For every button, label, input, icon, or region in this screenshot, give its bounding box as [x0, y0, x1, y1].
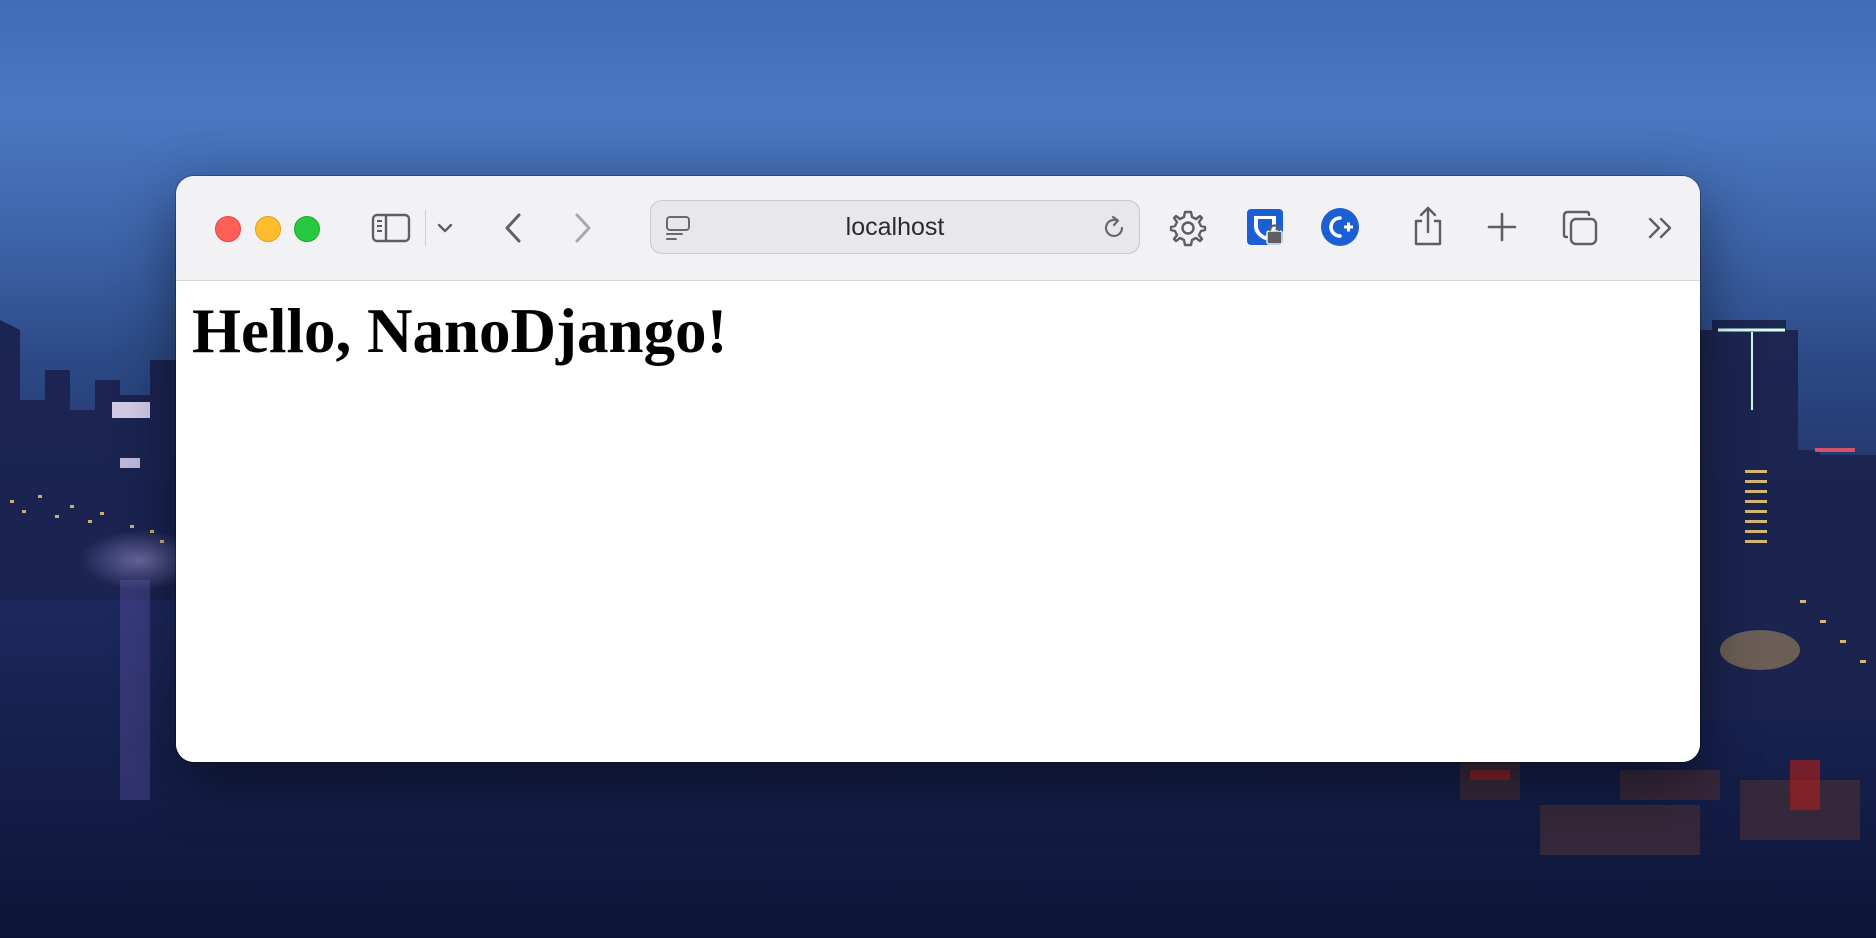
- back-icon[interactable]: [498, 210, 528, 246]
- page-heading: Hello, NanoDjango!: [192, 296, 728, 366]
- minimize-button[interactable]: [255, 216, 281, 242]
- new-tab-icon[interactable]: [1485, 210, 1519, 244]
- browser-toolbar: localhost: [176, 176, 1700, 281]
- browser-window: localhost Hello, NanoDjango!: [176, 176, 1700, 762]
- tab-overview-icon[interactable]: [1560, 208, 1600, 248]
- chevron-down-icon[interactable]: [435, 218, 455, 238]
- sidebar-icon[interactable]: [369, 212, 413, 244]
- web-page-content: Hello, NanoDjango!: [176, 281, 1700, 762]
- toolbar-divider: [425, 210, 426, 246]
- more-toolbar-items-icon[interactable]: [1645, 214, 1677, 242]
- close-button[interactable]: [215, 216, 241, 242]
- c-plus-extension-icon[interactable]: [1319, 206, 1361, 248]
- reload-icon[interactable]: [1099, 213, 1129, 243]
- maximize-button[interactable]: [294, 216, 320, 242]
- password-manager-extension-icon[interactable]: [1244, 206, 1286, 248]
- gear-icon[interactable]: [1168, 208, 1208, 248]
- address-bar[interactable]: localhost: [650, 200, 1140, 254]
- forward-icon[interactable]: [568, 210, 598, 246]
- share-icon[interactable]: [1410, 204, 1446, 248]
- url-text[interactable]: localhost: [651, 201, 1139, 253]
